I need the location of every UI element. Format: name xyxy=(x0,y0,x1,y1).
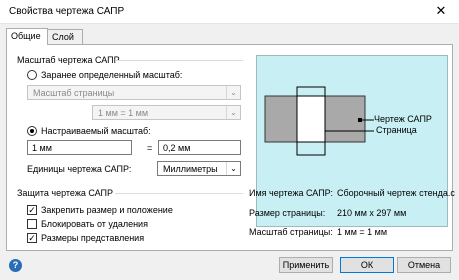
chevron-down-icon: ⌄ xyxy=(226,106,240,119)
page-scale-info-label: Масштаб страницы: xyxy=(249,227,333,237)
protection-group-divider xyxy=(115,193,243,194)
general-panel: Масштаб чертежа САПР Заранее определенны… xyxy=(6,44,455,251)
ok-button[interactable]: ОК xyxy=(340,257,394,273)
protection-group-title: Защита чертежа САПР xyxy=(17,188,114,198)
lock-delete-checkbox[interactable] xyxy=(27,219,37,229)
custom-scale-right-value: 0,2 мм xyxy=(163,143,191,153)
preview-page-label: Страница xyxy=(376,125,417,135)
units-label: Единицы чертежа САПР: xyxy=(27,164,132,174)
lock-delete-label: Блокировать от удаления xyxy=(41,219,148,229)
chevron-down-icon: ⌄ xyxy=(226,162,240,175)
scale-group-divider xyxy=(115,60,243,61)
predefined-scale-label: Заранее определенный масштаб: xyxy=(41,70,183,80)
drawing-name-value: Сборочный чертеж стенда.c xyxy=(337,188,455,198)
window-title: Свойства чертежа САПР xyxy=(9,6,125,17)
page-scale-value: Масштаб страницы xyxy=(33,88,115,98)
title-bar: Свойства чертежа САПР ✕ xyxy=(0,0,459,24)
ratio-value: 1 мм = 1 мм xyxy=(98,108,149,118)
help-icon[interactable]: ? xyxy=(9,259,22,272)
custom-scale-left-value: 1 мм xyxy=(32,143,52,153)
scale-group-title: Масштаб чертежа САПР xyxy=(17,55,120,65)
view-sizes-checkbox[interactable]: ✓ xyxy=(27,233,37,243)
view-sizes-label: Размеры представления xyxy=(41,233,145,243)
ratio-select[interactable]: 1 мм = 1 мм ⌄ xyxy=(92,105,241,120)
drawing-preview: Чертеж САПР Страница xyxy=(256,55,448,227)
close-icon[interactable]: ✕ xyxy=(433,3,449,19)
page-overlap-rect xyxy=(296,95,326,143)
custom-scale-left-input[interactable]: 1 мм xyxy=(27,140,132,155)
equals-sign: = xyxy=(147,143,153,153)
preview-graphic xyxy=(264,86,374,156)
lock-size-label: Закрепить размер и положение xyxy=(41,205,173,215)
cancel-button[interactable]: Отмена xyxy=(397,257,451,273)
page-scale-select[interactable]: Масштаб страницы ⌄ xyxy=(27,85,241,100)
units-select[interactable]: Миллиметры ⌄ xyxy=(157,161,241,176)
page-size-label: Размер страницы: xyxy=(249,208,326,218)
tab-general[interactable]: Общие xyxy=(6,28,48,45)
custom-scale-right-input[interactable]: 0,2 мм xyxy=(158,140,241,155)
units-value: Миллиметры xyxy=(163,164,218,174)
predefined-scale-radio[interactable] xyxy=(27,70,37,80)
drawing-marker xyxy=(358,118,362,122)
tab-layer[interactable]: Слой xyxy=(47,29,83,44)
page-scale-info-value: 1 мм = 1 мм xyxy=(337,227,388,237)
custom-scale-radio[interactable] xyxy=(27,126,37,136)
lock-size-checkbox[interactable]: ✓ xyxy=(27,205,37,215)
chevron-down-icon: ⌄ xyxy=(226,86,240,99)
page-size-value: 210 мм x 297 мм xyxy=(337,208,407,218)
preview-drawing-label: Чертеж САПР xyxy=(374,114,432,124)
drawing-name-label: Имя чертежа САПР: xyxy=(249,188,333,198)
custom-scale-label: Настраиваемый масштаб: xyxy=(41,126,151,136)
apply-button[interactable]: Применить xyxy=(279,257,333,273)
